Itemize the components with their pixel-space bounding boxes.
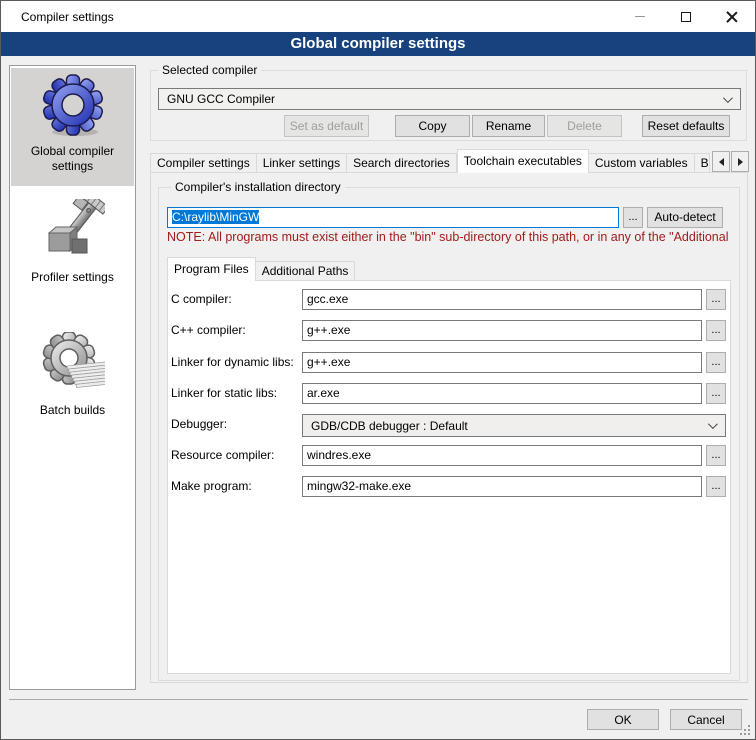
dynamic-linker-browse-button[interactable]: ... [706,352,726,373]
c-compiler-browse-button[interactable]: ... [706,289,726,310]
sidebar-item-profiler-settings[interactable]: Profiler settings [11,199,134,311]
static-linker-label: Linker for static libs: [171,383,297,404]
cancel-button[interactable]: Cancel [670,709,742,730]
dynamic-linker-label: Linker for dynamic libs: [171,352,297,373]
dialog-body: Global compiler settings [1,56,755,739]
maximize-icon [681,12,691,22]
delete-button[interactable]: Delete [547,115,622,137]
ok-button[interactable]: OK [587,709,659,730]
compiler-settings-dialog: Compiler settings Global compiler settin… [0,0,756,740]
resource-compiler-browse-button[interactable]: ... [706,445,726,466]
resize-grip[interactable] [738,723,750,735]
settings-sidebar: Global compiler settings [9,65,136,690]
close-button[interactable] [709,1,755,32]
sidebar-item-global-compiler-settings[interactable]: Global compiler settings [11,68,134,186]
installation-directory-browse-button[interactable]: ... [623,207,643,228]
tab-search-directories[interactable]: Search directories [347,153,457,173]
reset-defaults-button[interactable]: Reset defaults [642,115,730,137]
maximize-button[interactable] [663,1,709,32]
tab-additional-paths[interactable]: Additional Paths [256,261,356,281]
make-program-input[interactable]: mingw32-make.exe [302,476,702,497]
debugger-select-value: GDB/CDB debugger : Default [311,419,468,433]
static-linker-browse-button[interactable]: ... [706,383,726,404]
close-icon [726,11,738,23]
group-label: Compiler's installation directory [171,180,345,194]
copy-button[interactable]: Copy [395,115,470,137]
note-text: NOTE: All programs must exist either in … [167,230,739,244]
c-compiler-input[interactable]: gcc.exe [302,289,702,310]
caliper-icon [41,199,105,263]
tab-scroll-left-button[interactable] [712,151,730,172]
tab-custom-variables[interactable]: Custom variables [589,153,695,173]
chevron-down-icon [723,93,733,103]
gear-stack-icon [41,332,105,396]
selected-text: C:\raylib\MinGW [172,210,259,224]
footer-divider [9,699,748,700]
debugger-select[interactable]: GDB/CDB debugger : Default [302,414,726,437]
installation-directory-input[interactable]: C:\raylib\MinGW [167,207,619,228]
minimize-button[interactable] [617,1,663,32]
resource-compiler-label: Resource compiler: [171,445,297,466]
arrow-left-icon [719,158,724,166]
resource-compiler-input[interactable]: windres.exe [302,445,702,466]
make-program-label: Make program: [171,476,297,497]
compiler-select[interactable]: GNU GCC Compiler [158,88,741,110]
group-label: Selected compiler [158,63,261,77]
tab-toolchain-executables[interactable]: Toolchain executables [457,149,589,173]
main-tabstrip: Compiler settings Linker settings Search… [150,149,710,173]
rename-button[interactable]: Rename [472,115,545,137]
sidebar-item-label: Batch builds [40,403,105,418]
titlebar: Compiler settings [1,1,755,32]
page-title: Global compiler settings [1,32,755,56]
window-title: Compiler settings [21,10,114,24]
program-files-tabstrip: Program Files Additional Paths [167,258,355,281]
sidebar-item-batch-builds[interactable]: Batch builds [11,332,134,444]
c-compiler-label: C compiler: [171,289,297,310]
cpp-compiler-browse-button[interactable]: ... [706,320,726,341]
chevron-down-icon [708,419,718,429]
dynamic-linker-input[interactable]: g++.exe [302,352,702,373]
tab-compiler-settings[interactable]: Compiler settings [150,153,257,173]
tab-program-files[interactable]: Program Files [167,257,256,281]
cpp-compiler-input[interactable]: g++.exe [302,320,702,341]
minimize-icon [635,16,645,17]
debugger-label: Debugger: [171,414,297,435]
tab-build-options[interactable]: Build options [695,153,710,173]
selected-compiler-group: Selected compiler GNU GCC Compiler Set a… [150,70,747,141]
arrow-right-icon [738,158,743,166]
tab-scroll-right-button[interactable] [731,151,749,172]
auto-detect-button[interactable]: Auto-detect [647,207,723,228]
blue-gear-icon [41,73,105,137]
make-program-browse-button[interactable]: ... [706,476,726,497]
sidebar-item-label: Profiler settings [31,270,114,285]
static-linker-input[interactable]: ar.exe [302,383,702,404]
compiler-select-value: GNU GCC Compiler [167,92,275,106]
set-as-default-button[interactable]: Set as default [284,115,369,137]
cpp-compiler-label: C++ compiler: [171,320,297,341]
tab-linker-settings[interactable]: Linker settings [257,153,347,173]
sidebar-item-label: Global compiler settings [11,144,134,174]
